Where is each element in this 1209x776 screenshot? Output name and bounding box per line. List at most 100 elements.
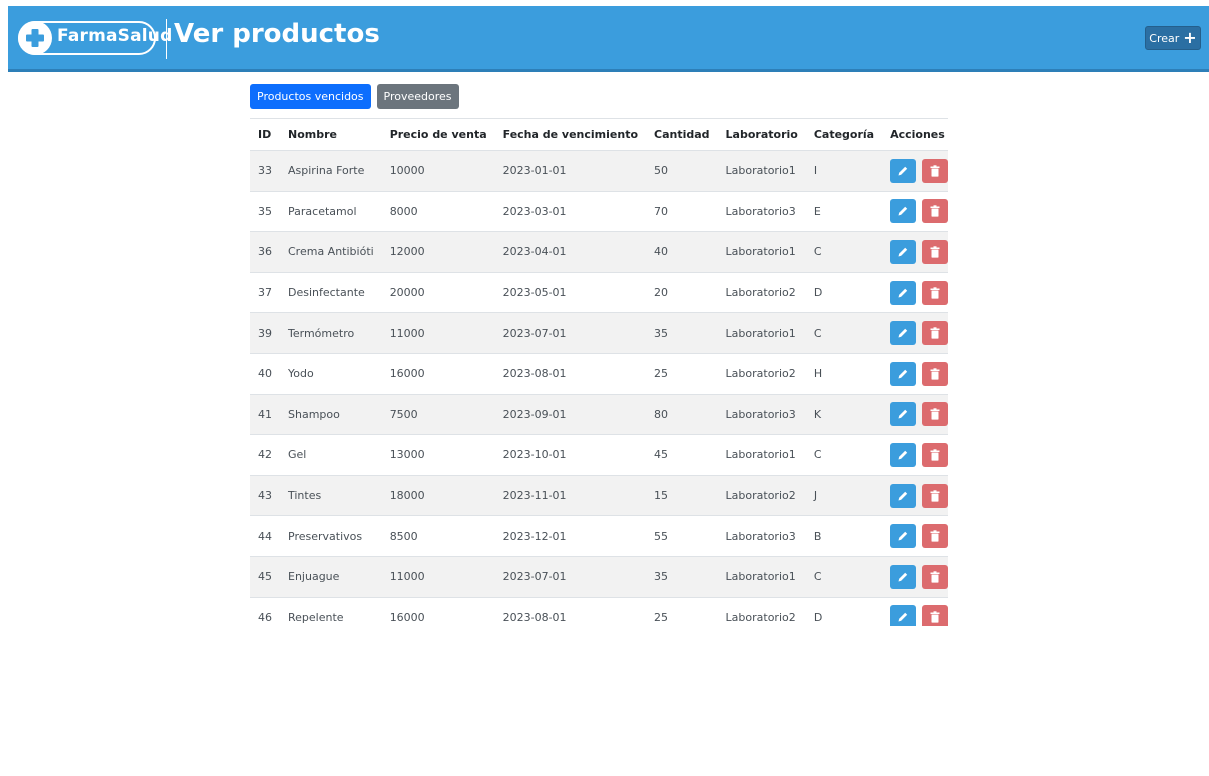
delete-button[interactable] bbox=[922, 321, 948, 346]
page-title: Ver productos bbox=[174, 19, 380, 49]
edit-button[interactable] bbox=[890, 402, 917, 427]
delete-button[interactable] bbox=[922, 442, 948, 467]
cell-laboratorio: Laboratorio1 bbox=[717, 312, 806, 354]
edit-button[interactable] bbox=[890, 158, 917, 183]
cell-cantidad: 25 bbox=[646, 353, 718, 395]
cell-cantidad: 50 bbox=[646, 150, 718, 192]
table-row: 37 Desinfectante 20000 2023-05-01 20 Laborato… bbox=[250, 272, 948, 314]
products-table-viewport[interactable]: ID Nombre Precio de venta Fecha de venci… bbox=[250, 118, 948, 626]
edit-button[interactable] bbox=[890, 361, 917, 386]
cell-nombre: Shampoo bbox=[280, 394, 382, 436]
delete-button[interactable] bbox=[922, 199, 948, 224]
edit-button[interactable] bbox=[890, 239, 917, 264]
farmasalud-logo[interactable]: FarmaSalud bbox=[18, 21, 172, 55]
cell-laboratorio: Laboratorio3 bbox=[717, 191, 806, 233]
edit-button[interactable] bbox=[890, 280, 917, 305]
row-actions bbox=[890, 280, 948, 305]
trash-icon bbox=[930, 165, 940, 177]
cell-nombre: Aspirina Forte bbox=[280, 150, 382, 192]
row-actions bbox=[890, 321, 948, 346]
cell-categoria: K bbox=[805, 394, 883, 436]
trash-icon bbox=[930, 246, 940, 258]
plus-icon: + bbox=[1183, 28, 1197, 47]
edit-button[interactable] bbox=[890, 483, 917, 508]
cell-id: 42 bbox=[250, 434, 280, 476]
cell-precio: 7500 bbox=[381, 394, 495, 436]
row-actions bbox=[890, 239, 948, 264]
delete-button[interactable] bbox=[922, 280, 948, 305]
cell-id: 39 bbox=[250, 312, 280, 354]
edit-button[interactable] bbox=[890, 605, 917, 626]
cell-precio: 20000 bbox=[381, 272, 495, 314]
trash-icon bbox=[930, 571, 940, 583]
cell-precio: 12000 bbox=[381, 231, 495, 273]
delete-button[interactable] bbox=[922, 524, 948, 549]
row-actions bbox=[890, 442, 948, 467]
edit-button[interactable] bbox=[890, 564, 917, 589]
cell-nombre: Preservativos bbox=[280, 515, 382, 557]
logo-text: FarmaSalud bbox=[57, 26, 173, 46]
pencil-icon bbox=[898, 410, 908, 419]
tab-bar: Productos vencidos Proveedores bbox=[250, 84, 459, 109]
cell-id: 33 bbox=[250, 150, 280, 192]
trash-icon bbox=[930, 368, 940, 380]
edit-button[interactable] bbox=[890, 199, 917, 224]
column-header-acciones: Acciones bbox=[882, 118, 948, 151]
pencil-icon bbox=[898, 247, 908, 257]
cell-categoria: H bbox=[805, 353, 883, 395]
cell-laboratorio: Laboratorio1 bbox=[717, 556, 806, 598]
delete-button[interactable] bbox=[922, 605, 948, 626]
delete-button[interactable] bbox=[922, 239, 948, 264]
cell-categoria: C bbox=[805, 231, 883, 273]
cell-cantidad: 25 bbox=[646, 597, 718, 626]
column-header-categoria: Categoría bbox=[805, 118, 883, 151]
cross-icon bbox=[18, 21, 52, 55]
pencil-icon bbox=[898, 369, 908, 379]
row-actions bbox=[890, 483, 948, 508]
cell-cantidad: 45 bbox=[646, 434, 718, 476]
delete-button[interactable] bbox=[922, 402, 948, 427]
cell-id: 36 bbox=[250, 231, 280, 273]
table-row: 40 Yodo 16000 2023-08-01 25 Laboratorio2 H bbox=[250, 353, 948, 395]
trash-icon bbox=[930, 611, 940, 623]
cell-fecha: 2023-12-01 bbox=[494, 515, 647, 557]
pencil-icon bbox=[898, 166, 908, 176]
delete-button[interactable] bbox=[922, 483, 948, 508]
cell-nombre: Repelente bbox=[280, 597, 382, 626]
cell-cantidad: 20 bbox=[646, 272, 718, 314]
row-actions bbox=[890, 199, 948, 224]
edit-button[interactable] bbox=[890, 442, 917, 467]
cell-cantidad: 35 bbox=[646, 312, 718, 354]
table-row: 36 Crema Antibióti 12000 2023-04-01 40 Labora… bbox=[250, 231, 948, 273]
table-row: 46 Repelente 16000 2023-08-01 25 Laboratorio2… bbox=[250, 597, 948, 626]
pencil-icon bbox=[898, 491, 908, 501]
table-row: 33 Aspirina Forte 10000 2023-01-01 50 Laborat… bbox=[250, 150, 948, 192]
cell-categoria: E bbox=[805, 191, 883, 233]
column-header-id: ID bbox=[250, 118, 280, 151]
tab-productos-vencidos[interactable]: Productos vencidos bbox=[250, 84, 371, 109]
delete-button[interactable] bbox=[922, 158, 948, 183]
cell-laboratorio: Laboratorio2 bbox=[717, 597, 806, 626]
cell-precio: 8000 bbox=[381, 191, 495, 233]
cell-categoria: C bbox=[805, 434, 883, 476]
edit-button[interactable] bbox=[890, 321, 917, 346]
table-body: 33 Aspirina Forte 10000 2023-01-01 50 Laborat… bbox=[250, 150, 948, 626]
cell-categoria: I bbox=[805, 150, 883, 192]
edit-button[interactable] bbox=[890, 524, 917, 549]
cell-laboratorio: Laboratorio2 bbox=[717, 272, 806, 314]
delete-button[interactable] bbox=[922, 361, 948, 386]
table-header-row: ID Nombre Precio de venta Fecha de venci… bbox=[250, 118, 948, 151]
cell-precio: 8500 bbox=[381, 515, 495, 557]
cell-acciones bbox=[882, 475, 948, 517]
cell-precio: 11000 bbox=[381, 312, 495, 354]
cell-acciones bbox=[882, 434, 948, 476]
table-row: 43 Tintes 18000 2023-11-01 15 Laboratorio2 J bbox=[250, 475, 948, 517]
cell-precio: 11000 bbox=[381, 556, 495, 598]
tab-proveedores[interactable]: Proveedores bbox=[376, 84, 459, 109]
create-button[interactable]: Crear + bbox=[1145, 26, 1201, 50]
cell-categoria: D bbox=[805, 272, 883, 314]
delete-button[interactable] bbox=[922, 564, 948, 589]
cell-cantidad: 35 bbox=[646, 556, 718, 598]
pencil-icon bbox=[898, 288, 908, 298]
pencil-icon bbox=[898, 450, 908, 460]
